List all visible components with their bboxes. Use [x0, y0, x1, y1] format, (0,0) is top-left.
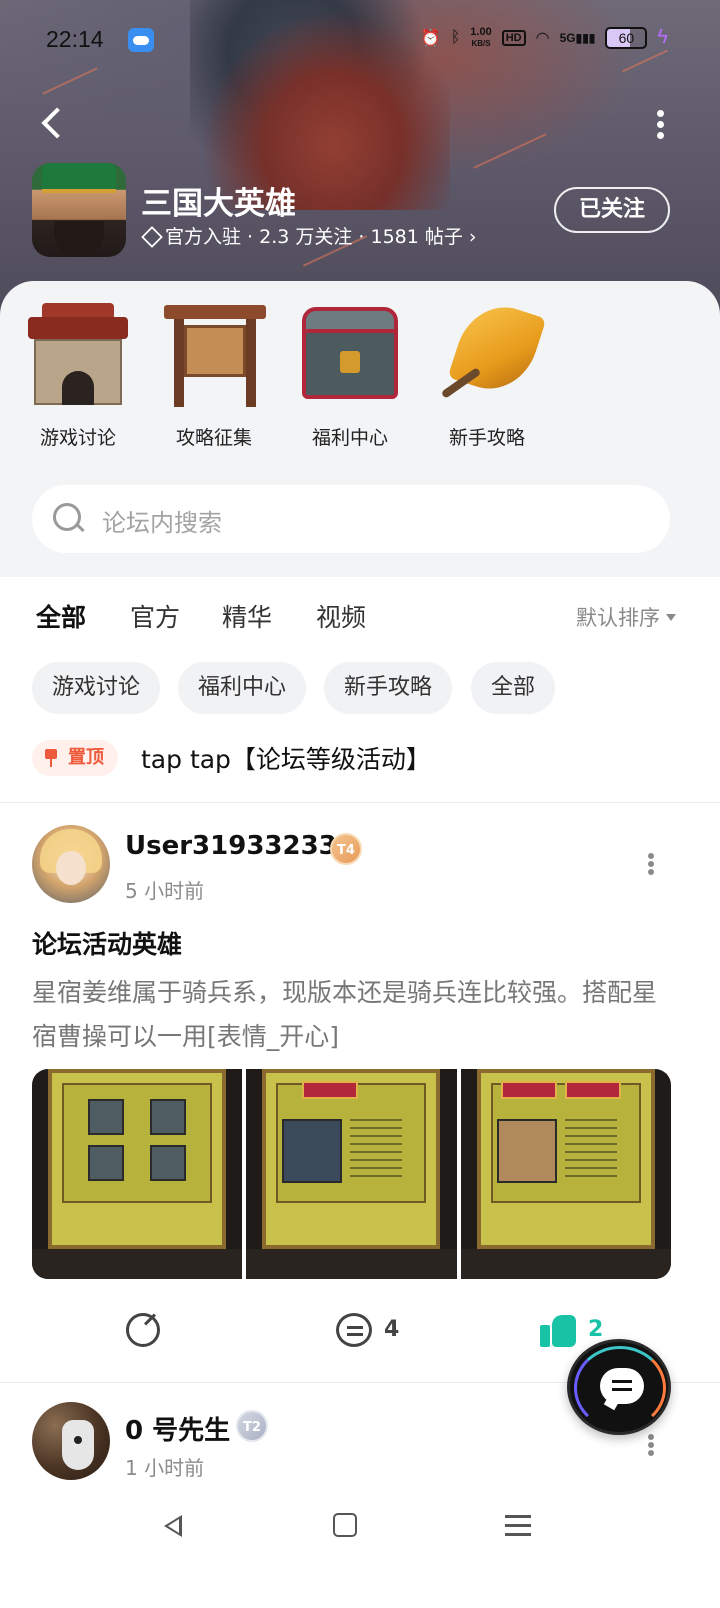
- shortcut-guide-collection[interactable]: 攻略征集: [154, 299, 274, 450]
- chat-fab-button[interactable]: [567, 1339, 671, 1435]
- tab-official[interactable]: 官方: [130, 598, 180, 634]
- chat-bubble-icon: [600, 1368, 644, 1404]
- avatar[interactable]: [32, 825, 110, 903]
- nav-menu-icon[interactable]: [505, 1515, 531, 1537]
- status-icons: ⏰ ᛒ 1.00 KB/S HD ◠ 5G▮▮▮ 60 ϟ: [421, 26, 668, 49]
- shortcut-beginner-guide[interactable]: 新手攻略: [427, 295, 547, 450]
- post-time: 5 小时前: [125, 879, 205, 903]
- level-badge-text: T4: [337, 843, 355, 858]
- chip-beginner-guide[interactable]: 新手攻略: [324, 662, 453, 714]
- follow-button[interactable]: 已关注: [554, 187, 670, 233]
- divider: [0, 802, 720, 803]
- wifi-icon: ◠: [535, 29, 550, 47]
- game-meta[interactable]: 官方入驻 · 2.3 万关注 · 1581 帖子 ›: [141, 222, 477, 249]
- charging-icon: ϟ: [657, 26, 668, 48]
- system-nav-bar: [0, 1495, 720, 1608]
- comment-count: 4: [384, 1317, 400, 1342]
- forum-panel: 游戏讨论 攻略征集 福利中心 新手攻略 论坛内搜索: [0, 281, 720, 577]
- treasure-chest-icon: [296, 299, 404, 411]
- shortcut-label: 福利中心: [311, 427, 388, 449]
- net-speed-unit: KB/S: [471, 38, 491, 48]
- post-image[interactable]: [32, 1069, 243, 1279]
- pin-icon: [42, 749, 60, 767]
- nav-home-icon[interactable]: [333, 1513, 357, 1537]
- post-image[interactable]: [246, 1069, 457, 1279]
- shortcut-game-discussion[interactable]: 游戏讨论: [18, 299, 138, 450]
- post-images: [32, 1069, 671, 1279]
- shortcut-label: 游戏讨论: [39, 427, 116, 449]
- like-count: 2: [588, 1317, 604, 1342]
- comment-icon[interactable]: [336, 1313, 372, 1347]
- golden-leaf-icon: [433, 295, 547, 411]
- battery-level: 60: [618, 29, 635, 46]
- avatar[interactable]: [32, 1402, 110, 1480]
- pinned-post[interactable]: 置顶 tap tap【论坛等级活动】: [0, 734, 720, 784]
- search-icon: [52, 502, 86, 536]
- bluetooth-icon: ᛒ: [450, 28, 461, 46]
- post-author[interactable]: User319332336: [125, 831, 355, 861]
- status-time: 22:14: [46, 26, 104, 52]
- post-more-icon[interactable]: [648, 1434, 656, 1456]
- chip-all[interactable]: 全部: [471, 662, 556, 714]
- tab-all[interactable]: 全部: [36, 598, 86, 634]
- search-input[interactable]: 论坛内搜索: [32, 485, 670, 553]
- notice-board-icon: [160, 299, 268, 411]
- shortcut-welfare-center[interactable]: 福利中心: [290, 299, 410, 450]
- city-gate-icon: [24, 299, 132, 411]
- post-body: 星宿姜维属于骑兵系，现版本还是骑兵连比较强。搭配星宿曹操可以一用[表情_开心]: [32, 978, 658, 1051]
- game-title: 三国大英雄: [141, 186, 296, 222]
- share-icon[interactable]: [126, 1313, 160, 1347]
- alarm-icon: ⏰: [420, 29, 441, 47]
- caret-down-icon: [666, 613, 676, 621]
- tab-featured[interactable]: 精华: [222, 598, 272, 634]
- post-card[interactable]: User319332336 T4 5 小时前 论坛活动英雄 星宿姜维属于骑兵系，…: [0, 805, 720, 1382]
- level-badge: T2: [236, 1410, 268, 1442]
- battery-icon: 60: [605, 26, 648, 49]
- sort-dropdown[interactable]: 默认排序: [576, 602, 676, 632]
- official-badge-icon: [141, 228, 159, 244]
- post-time: 1 小时前: [125, 1456, 205, 1480]
- thumbs-up-icon[interactable]: [540, 1311, 578, 1347]
- more-options-button[interactable]: [652, 110, 668, 140]
- post-title: 论坛活动英雄: [32, 930, 183, 959]
- feed-tabs: 全部 官方 精华 视频 默认排序: [0, 578, 720, 654]
- net-speed: 1.00 KB/S: [470, 25, 492, 49]
- level-badge-text: T2: [243, 1420, 261, 1435]
- nav-back-icon[interactable]: [160, 1513, 186, 1539]
- pinned-badge: 置顶: [32, 740, 118, 776]
- net-speed-value: 1.00: [470, 25, 492, 38]
- chip-welfare-center[interactable]: 福利中心: [178, 662, 307, 714]
- pinned-title: tap tap【论坛等级活动】: [141, 745, 431, 774]
- category-chips: 游戏讨论 福利中心 新手攻略 全部: [0, 662, 720, 714]
- game-icon[interactable]: [32, 163, 126, 257]
- game-meta-text: 官方入驻 · 2.3 万关注 · 1581 帖子 ›: [165, 226, 477, 248]
- hd-icon: HD: [501, 29, 526, 46]
- shortcut-label: 攻略征集: [175, 427, 252, 449]
- post-image[interactable]: [460, 1069, 671, 1279]
- signal-icon: 5G▮▮▮: [559, 30, 596, 45]
- shortcut-label: 新手攻略: [448, 427, 525, 449]
- post-author[interactable]: 0 号先生: [125, 1410, 230, 1447]
- network-type: 5G: [559, 30, 576, 45]
- pinned-badge-label: 置顶: [68, 747, 104, 768]
- sort-label: 默认排序: [576, 606, 660, 630]
- post-more-icon[interactable]: [648, 853, 656, 875]
- tab-video[interactable]: 视频: [316, 598, 366, 634]
- level-badge: T4: [330, 833, 362, 865]
- weather-icon: [128, 28, 154, 52]
- search-placeholder: 论坛内搜索: [102, 509, 222, 537]
- status-bar: 22:14 ⏰ ᛒ 1.00 KB/S HD ◠ 5G▮▮▮ 60 ϟ: [0, 22, 720, 58]
- back-button[interactable]: [36, 104, 76, 144]
- chip-game-discussion[interactable]: 游戏讨论: [32, 662, 161, 714]
